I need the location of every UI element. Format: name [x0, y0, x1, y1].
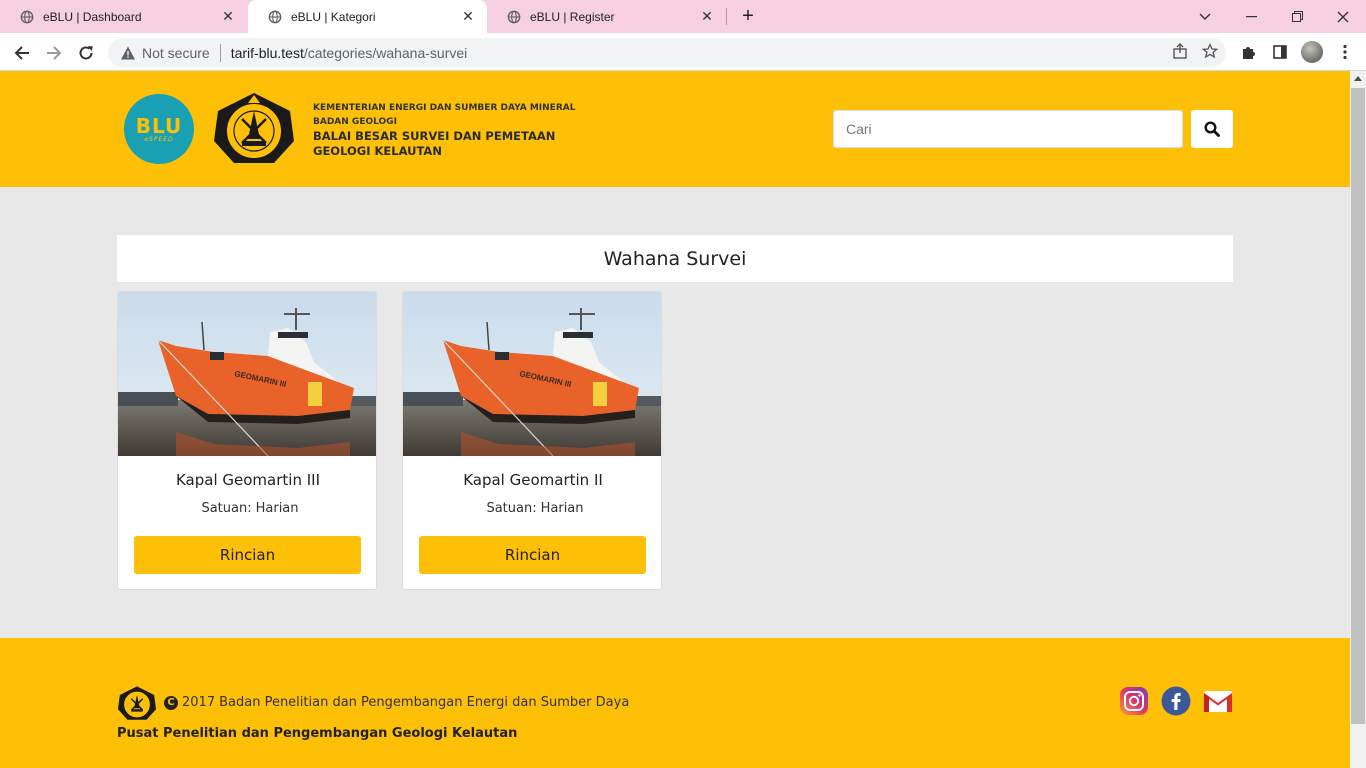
- copyright-line: C 2017 Badan Penelitian dan Pengembangan…: [164, 695, 629, 710]
- side-panel-button[interactable]: [1270, 42, 1290, 62]
- scrollbar-thumb[interactable]: [1351, 88, 1365, 724]
- page-scrollbar[interactable]: [1350, 71, 1366, 768]
- side-panel-icon: [1273, 45, 1287, 59]
- ministry-name: KEMENTERIAN ENERGI DAN SUMBER DAYA MINER…: [313, 103, 576, 113]
- unit-value: Harian: [540, 501, 584, 516]
- esdm-emblem-icon: [117, 686, 157, 720]
- organization-name: KEMENTERIAN ENERGI DAN SUMBER DAYA MINER…: [313, 101, 575, 159]
- copyright-text: Badan Penelitian dan Pengembangan Energi…: [219, 695, 630, 710]
- reload-icon: [79, 46, 93, 60]
- details-button[interactable]: Rincian: [134, 536, 361, 574]
- omnibox-actions: [1172, 43, 1218, 59]
- copyright-icon: C: [164, 695, 178, 710]
- arrow-left-icon: [14, 46, 29, 60]
- url-host: tarif-blu.test: [230, 44, 304, 61]
- tab-title: eBLU | Kategori: [291, 9, 376, 24]
- gmail-icon[interactable]: [1203, 686, 1233, 716]
- globe-icon: [20, 10, 34, 23]
- close-window-button[interactable]: [1320, 0, 1366, 33]
- tab-separator: [726, 8, 727, 25]
- search-icon: [1204, 121, 1220, 137]
- browser-toolbar: Not secure tarif-blu.test/categories/wah…: [0, 33, 1366, 71]
- forward-button[interactable]: [41, 40, 67, 66]
- search-input[interactable]: [833, 110, 1183, 148]
- omnibox-divider: [219, 43, 221, 62]
- product-unit: Satuan: Harian: [118, 501, 376, 516]
- url-path: /categories/wahana-survei: [303, 44, 468, 61]
- page-content: BLU eSPEED KEMENTERIAN ENERGI DAN SUMBER…: [0, 71, 1350, 768]
- close-icon[interactable]: ✕: [459, 8, 477, 25]
- center-name: Pusat Penelitian dan Pengembangan Geolog…: [117, 726, 518, 741]
- facebook-icon[interactable]: [1161, 686, 1191, 716]
- esdm-emblem-icon: [214, 93, 294, 163]
- arrow-right-icon: [47, 46, 62, 60]
- globe-icon: [268, 10, 282, 23]
- close-icon: [1337, 11, 1349, 22]
- extensions-button[interactable]: [1238, 42, 1258, 62]
- tab-kategori[interactable]: eBLU | Kategori ✕: [248, 0, 487, 33]
- tab-register[interactable]: eBLU | Register ✕: [487, 0, 726, 33]
- product-name: Kapal Geomartin III: [175, 471, 320, 489]
- kebab-menu-icon: [1343, 44, 1347, 60]
- restore-icon: [1291, 11, 1303, 22]
- office-name-line2: GEOLOGI KELAUTAN: [313, 144, 442, 158]
- reload-button[interactable]: [73, 40, 99, 66]
- back-button[interactable]: [9, 40, 35, 66]
- office-name-line1: BALAI BESAR SURVEI DAN PEMETAAN: [313, 129, 556, 143]
- avatar[interactable]: [1301, 41, 1323, 63]
- menu-button[interactable]: [1335, 42, 1355, 62]
- unit-label: Satuan:: [486, 501, 537, 516]
- blu-logo[interactable]: BLU eSPEED: [124, 94, 194, 164]
- search-button[interactable]: [1191, 110, 1233, 148]
- agency-name: BADAN GEOLOGI: [313, 117, 397, 127]
- share-icon[interactable]: [1172, 43, 1188, 59]
- close-icon[interactable]: ✕: [698, 8, 716, 25]
- page-title: Wahana Survei: [603, 247, 747, 270]
- browser-tab-bar: eBLU | Dashboard ✕ eBLU | Kategori ✕ eBL…: [0, 0, 1366, 33]
- tab-dashboard[interactable]: eBLU | Dashboard ✕: [0, 0, 247, 33]
- close-icon[interactable]: ✕: [219, 8, 237, 25]
- logo-subtext: eSPEED: [144, 135, 174, 143]
- copyright-year: 2017: [182, 695, 216, 710]
- unit-value: Harian: [255, 501, 299, 516]
- star-icon[interactable]: [1202, 43, 1218, 59]
- scroll-up-icon[interactable]: [1354, 76, 1362, 81]
- address-bar[interactable]: Not secure tarif-blu.test/categories/wah…: [108, 38, 1226, 67]
- tab-search-button[interactable]: [1182, 0, 1228, 33]
- globe-icon: [507, 10, 521, 23]
- tab-title: eBLU | Dashboard: [43, 9, 142, 24]
- new-tab-button[interactable]: +: [736, 4, 760, 28]
- logo-text: BLU: [135, 113, 183, 138]
- unit-label: Satuan:: [201, 501, 252, 516]
- ship-photo[interactable]: GEOMARIN III: [118, 292, 377, 456]
- product-card: GEOMARIN III Kapal Geomartin II Satuan: H…: [402, 291, 662, 590]
- details-button[interactable]: Rincian: [419, 536, 646, 574]
- instagram-icon[interactable]: [1119, 686, 1149, 716]
- product-unit: Satuan: Harian: [403, 501, 661, 516]
- minimize-button[interactable]: [1228, 0, 1274, 33]
- puzzle-icon: [1243, 47, 1255, 59]
- restore-button[interactable]: [1274, 0, 1320, 33]
- product-card: GEOMARIN III Kapal Geomartin III Satuan:…: [117, 291, 377, 590]
- warning-icon: [121, 46, 135, 59]
- tab-title: eBLU | Register: [530, 9, 615, 24]
- minimize-icon: [1245, 15, 1257, 17]
- chevron-down-icon: [1199, 13, 1211, 20]
- security-label[interactable]: Not secure: [142, 45, 210, 61]
- site-header: BLU eSPEED KEMENTERIAN ENERGI DAN SUMBER…: [0, 71, 1350, 187]
- site-footer: C 2017 Badan Penelitian dan Pengembangan…: [0, 638, 1350, 768]
- product-name: Kapal Geomartin II: [463, 471, 603, 489]
- category-title-bar: Wahana Survei: [117, 235, 1233, 282]
- ship-photo[interactable]: GEOMARIN III: [403, 292, 662, 456]
